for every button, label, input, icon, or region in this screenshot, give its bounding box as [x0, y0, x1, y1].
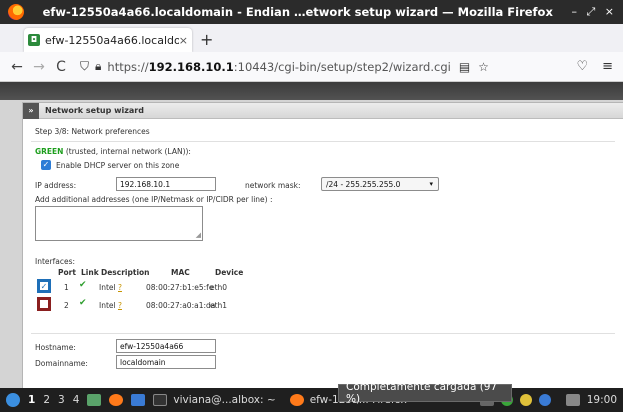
tab-wizard[interactable]: ◘ efw-12550a4a66.localdo ×: [24, 28, 192, 52]
url-prefix: https://: [107, 59, 149, 74]
row-device: eth0: [210, 283, 228, 292]
zone-desc: (trusted, internal network (LAN)):: [63, 147, 191, 156]
row-mac: 08:00:27:a0:a1:da: [146, 301, 216, 310]
zone-name: GREEN: [35, 147, 64, 156]
firefox-icon[interactable]: [109, 394, 124, 406]
bluetooth-icon[interactable]: [538, 394, 551, 406]
file-manager-icon[interactable]: [87, 394, 102, 406]
notification-icon[interactable]: [519, 394, 532, 406]
taskbar: 1 2 3 4 viviana@...albox: ~ efw-1255... …: [0, 388, 623, 412]
url-bar[interactable]: ⛉ 🔒︎ https:// 192.168.10.1 :10443/cgi-bi…: [80, 56, 510, 78]
col-description: Description: [101, 268, 150, 277]
window-title: efw-12550a4a66.localdomain - Endian …etw…: [42, 5, 553, 19]
shield-icon[interactable]: ⛉: [80, 59, 89, 74]
reload-button[interactable]: C: [50, 59, 72, 75]
link-ok-icon: ✔: [79, 298, 87, 308]
domainname-input[interactable]: localdomain: [116, 355, 216, 369]
ip-address-input[interactable]: 192.168.10.1: [116, 177, 216, 191]
pocket-icon[interactable]: ♡: [576, 59, 588, 74]
menu-icon[interactable]: ≡: [602, 59, 613, 74]
new-tab-button[interactable]: +: [200, 30, 213, 49]
load-status-tooltip: Completamente cargada (97 %): [338, 381, 512, 405]
forward-button[interactable]: →: [28, 59, 50, 75]
folder-icon[interactable]: [131, 394, 146, 406]
workspace-4[interactable]: 4: [73, 394, 80, 406]
workspace-2[interactable]: 2: [43, 394, 50, 406]
task-terminal[interactable]: viviana@...albox: ~: [173, 394, 275, 406]
workspace-3[interactable]: 3: [58, 394, 65, 406]
row-port: 2: [64, 301, 69, 310]
row-desc-text: Intel: [99, 301, 116, 310]
chevron-down-icon: ▾: [429, 180, 433, 188]
terminal-icon[interactable]: [153, 394, 168, 406]
window-titlebar: efw-12550a4a66.localdomain - Endian …etw…: [0, 0, 623, 24]
clock: 19:00: [586, 394, 617, 406]
additional-addresses-textarea[interactable]: ◢: [35, 206, 203, 241]
reader-view-icon[interactable]: ▤: [459, 60, 470, 74]
interface-1-checkbox[interactable]: ✓: [37, 279, 51, 293]
url-path: :10443/cgi-bin/setup/step2/wizard.cgi: [233, 59, 451, 74]
additional-addresses-label: Add additional addresses (one IP/Netmask…: [35, 195, 273, 204]
link-ok-icon: ✔: [79, 280, 87, 290]
help-link[interactable]: ?: [118, 283, 122, 292]
firefox-logo-icon: [8, 4, 24, 20]
resize-grip-icon[interactable]: ◢: [196, 231, 201, 239]
netmask-select[interactable]: /24 - 255.255.255.0 ▾: [321, 177, 439, 191]
wizard-panel: » Network setup wizard Step 3/8: Network…: [22, 102, 623, 388]
col-port: Port: [58, 268, 76, 277]
tab-close-icon[interactable]: ×: [179, 34, 188, 47]
interface-2-checkbox[interactable]: [37, 297, 51, 311]
row-port: 1: [64, 283, 69, 292]
divider: [31, 141, 615, 142]
hostname-input[interactable]: efw-12550a4a66: [116, 339, 216, 353]
dhcp-label: Enable DHCP server on this zone: [56, 161, 180, 170]
tab-label: efw-12550a4a66.localdo: [45, 33, 179, 47]
domainname-label: Domainname:: [35, 359, 88, 368]
zone-heading: GREEN (trusted, internal network (LAN)):: [35, 147, 191, 156]
back-button[interactable]: ←: [6, 59, 28, 75]
lock-warning-icon[interactable]: 🔒︎: [95, 59, 101, 74]
step-label: Step 3/8: Network preferences: [35, 127, 150, 136]
col-device: Device: [215, 268, 244, 277]
divider: [31, 333, 615, 334]
row-desc-text: Intel: [99, 283, 116, 292]
bookmark-star-icon[interactable]: ☆: [478, 60, 489, 74]
col-mac: MAC: [171, 268, 190, 277]
firefox-task-icon[interactable]: [289, 394, 304, 406]
help-link[interactable]: ?: [118, 301, 122, 310]
endian-favicon-icon: ◘: [28, 34, 40, 46]
url-host: 192.168.10.1: [148, 59, 234, 74]
page-content: » Network setup wizard Step 3/8: Network…: [0, 82, 623, 388]
tab-strip: ◘ efw-12550a4a66.localdo × +: [0, 24, 623, 52]
page-top-banner: [0, 82, 623, 100]
mask-label: network mask:: [245, 181, 301, 190]
interfaces-label: Interfaces:: [35, 257, 76, 266]
window-controls[interactable]: – ⤢ ×: [571, 5, 617, 19]
row-mac: 08:00:27:b1:e5:fe: [146, 283, 214, 292]
nav-bar: ← → C ⛉ 🔒︎ https:// 192.168.10.1 :10443/…: [0, 52, 623, 82]
wizard-title: Network setup wizard: [45, 106, 144, 115]
col-link: Link: [81, 268, 99, 277]
ip-label: IP address:: [35, 181, 77, 190]
dhcp-checkbox[interactable]: ✓: [41, 160, 51, 170]
hostname-label: Hostname:: [35, 343, 76, 352]
row-description: Intel ?: [99, 283, 122, 292]
workspace-1[interactable]: 1: [28, 394, 35, 406]
display-icon[interactable]: [565, 394, 580, 406]
double-chevron-icon[interactable]: »: [23, 102, 39, 119]
start-menu-icon[interactable]: [6, 393, 20, 407]
wizard-header: » Network setup wizard: [23, 102, 623, 119]
row-description: Intel ?: [99, 301, 122, 310]
row-device: eth1: [210, 301, 228, 310]
netmask-value: /24 - 255.255.255.0: [326, 179, 401, 189]
